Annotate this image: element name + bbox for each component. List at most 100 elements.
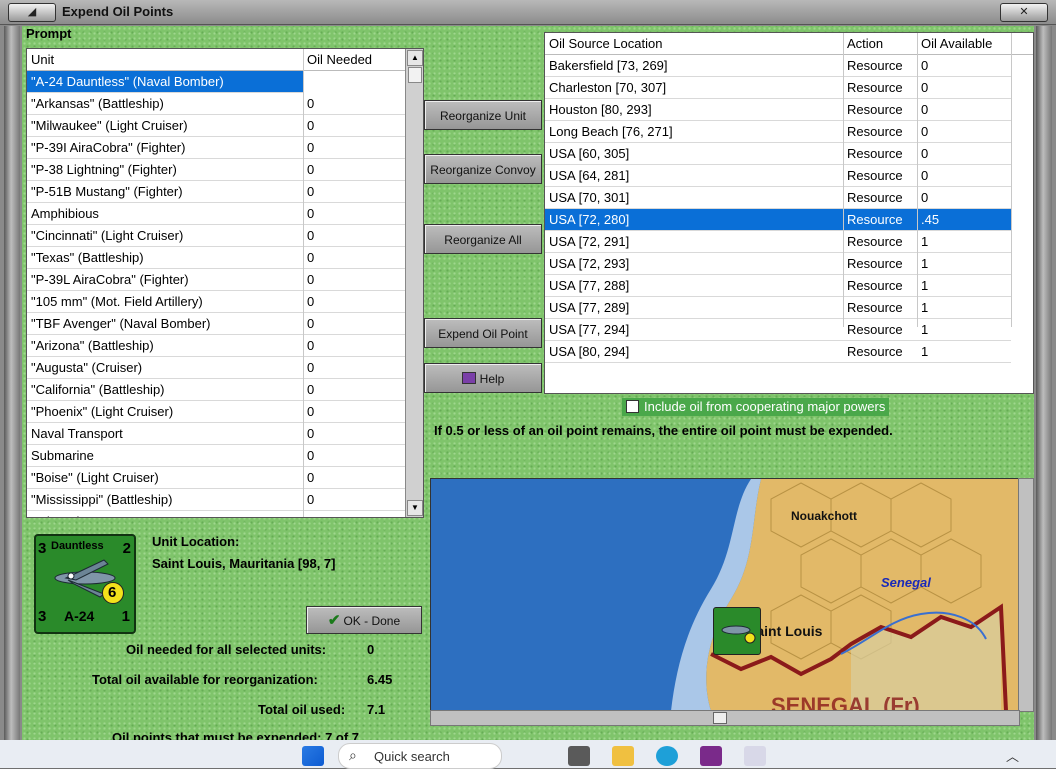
oil-needed-cell: 0 [307,272,315,287]
unit-row[interactable]: "Cincinnati" (Light Cruiser) 0 [27,225,423,247]
unit-name-cell: "Mississippi" (Battleship) [31,492,173,507]
oil-source-row[interactable]: USA [72, 293] Resource 1 [545,253,1011,275]
start-icon[interactable] [302,746,324,766]
oil-source-row[interactable]: USA [77, 288] Resource 1 [545,275,1011,297]
unit-row[interactable]: "P-39I AiraCobra" (Fighter) 0 [27,137,423,159]
reorganize-unit-label: Reorganize Unit [439,109,527,123]
oil-source-row[interactable]: USA [72, 280] Resource .45 [545,209,1011,231]
unit-row[interactable]: "California" (Battleship) 0 [27,379,423,401]
unit-row[interactable]: Submarine 0 [27,511,423,517]
edge-icon[interactable] [656,746,678,766]
help-book-icon [461,372,476,384]
oil-source-row[interactable]: Charleston [70, 307] Resource 0 [545,77,1011,99]
unit-column-header[interactable]: Unit [31,52,54,67]
unit-row[interactable]: "Arizona" (Battleship) 0 [27,335,423,357]
oil-table-body: Bakersfield [73, 269] Resource 0 Charleston… [545,55,1033,363]
unit-row[interactable]: "Boise" (Light Cruiser) 0 [27,467,423,489]
oil-source-row[interactable]: USA [64, 281] Resource 0 [545,165,1011,187]
oil-source-row[interactable]: Bakersfield [73, 269] Resource 0 [545,55,1011,77]
column-divider [1011,33,1012,327]
oil-source-row[interactable]: USA [77, 289] Resource 1 [545,297,1011,319]
oil-source-row[interactable]: USA [80, 294] Resource 1 [545,341,1011,363]
map-scroll-thumb[interactable] [713,712,727,724]
unit-row[interactable]: "P-39L AiraCobra" (Fighter) 0 [27,269,423,291]
unit-row[interactable]: "Milwaukee" (Light Cruiser) 0 [27,115,423,137]
scroll-down-arrow[interactable]: ▼ [407,500,423,516]
unit-row[interactable]: Amphibious 0 [27,203,423,225]
unit-name-cell: "P-38 Lightning" (Fighter) [31,162,177,177]
ok-done-button[interactable]: ✔ OK - Done [306,606,422,634]
unit-row[interactable]: Naval Transport 0 [27,423,423,445]
taskbar: ⌕ Quick search ︿ [0,740,1056,769]
chevron-up-icon[interactable]: ︿ [1006,746,1019,765]
units-scrollbar[interactable]: ▲ ▼ [405,49,423,517]
unit-row[interactable]: "Arkansas" (Battleship) 0 [27,93,423,115]
oil-sources-table[interactable]: Oil Source Location Action Oil Available… [544,32,1034,394]
taskbar-search[interactable]: ⌕ Quick search [338,743,502,769]
expend-oil-point-button[interactable]: Expend Oil Point [424,318,542,348]
unit-row[interactable]: "A-24 Dauntless" (Naval Bomber) 0 [27,71,314,93]
unit-row[interactable]: "P-51B Mustang" (Fighter) 0 [27,181,423,203]
oil-needed-cell: 0 [307,118,315,133]
total-available-label: Total oil available for reorganization: [92,672,318,687]
column-divider [843,33,844,327]
location-column-header[interactable]: Oil Source Location [549,36,662,51]
unit-row[interactable]: "P-38 Lightning" (Fighter) 0 [27,159,423,181]
action-cell: Resource [847,124,903,139]
unit-row[interactable]: "Texas" (Battleship) 0 [27,247,423,269]
include-coop-checkbox[interactable] [626,400,639,413]
file-explorer-icon[interactable] [612,746,634,766]
oil-source-row[interactable]: USA [77, 294] Resource 1 [545,319,1011,341]
oil-source-row[interactable]: Long Beach [76, 271] Resource 0 [545,121,1011,143]
oil-needed-cell: 0 [307,316,315,331]
unit-row[interactable]: "105 mm" (Mot. Field Artillery) 0 [27,291,423,313]
oil-source-row[interactable]: USA [60, 305] Resource 0 [545,143,1011,165]
include-coop-label: Include oil from cooperating major power… [644,399,886,414]
unit-name-cell: "Texas" (Battleship) [31,250,144,265]
reorganize-all-button[interactable]: Reorganize All [424,224,542,254]
location-cell: USA [77, 289] [549,300,630,315]
oil-needed-cell: 0 [307,74,315,89]
include-coop-option[interactable]: Include oil from cooperating major power… [622,398,890,416]
task-view-icon[interactable] [568,746,590,766]
unit-row[interactable]: Submarine 0 [27,445,423,467]
action-column-header[interactable]: Action [847,36,883,51]
unit-row[interactable]: "Phoenix" (Light Cruiser) 0 [27,401,423,423]
reorganize-unit-button[interactable]: Reorganize Unit [424,100,542,130]
oil-source-row[interactable]: USA [70, 301] Resource 0 [545,187,1011,209]
reorganize-convoy-button[interactable]: Reorganize Convoy [424,154,542,184]
scroll-thumb[interactable] [408,67,422,83]
oil-needed-cell: 0 [307,492,315,507]
system-menu-button[interactable]: ◢ [8,3,56,22]
points-to-expend-label: Oil points that must be expended: 7 of 7 [112,730,360,740]
unit-row[interactable]: "Augusta" (Cruiser) 0 [27,357,423,379]
oil-needed-cell: 0 [307,250,315,265]
oil-source-row[interactable]: USA [72, 291] Resource 1 [545,231,1011,253]
location-cell: USA [72, 291] [549,234,630,249]
game-icon[interactable] [700,746,722,766]
help-button[interactable]: Help [424,363,542,393]
scroll-up-arrow[interactable]: ▲ [407,50,423,66]
app-icon[interactable] [744,746,766,766]
action-cell: Resource [847,146,903,161]
prompt-label: Prompt [26,26,72,41]
unit-row[interactable]: "TBF Avenger" (Naval Bomber) 0 [27,313,423,335]
location-cell: USA [64, 281] [549,168,630,183]
map-view[interactable]: Nouakchott Senegal Saint Louis SENEGAL (… [430,478,1020,712]
oil-available-column-header[interactable]: Oil Available [921,36,992,51]
units-table[interactable]: Unit Oil Needed "A-24 Dauntless" (Naval … [26,48,424,518]
close-button[interactable]: ✕ [1000,3,1048,22]
unit-counter: 3 Dauntless 2 6 3 A-24 1 [34,534,136,634]
counter-type: A-24 [64,608,95,624]
unit-row[interactable]: "Mississippi" (Battleship) 0 [27,489,423,511]
oil-needed-column-header[interactable]: Oil Needed [307,52,372,67]
map-vertical-scrollbar[interactable] [1018,478,1034,712]
location-cell: Houston [80, 293] [549,102,652,117]
unit-location-label: Unit Location: [152,534,240,549]
map-horizontal-scrollbar[interactable] [430,710,1020,726]
map-unit-counter[interactable] [713,607,761,655]
unit-name-cell: "Augusta" (Cruiser) [31,360,143,375]
range-badge: 6 [102,582,124,604]
action-cell: Resource [847,300,903,315]
oil-source-row[interactable]: Houston [80, 293] Resource 0 [545,99,1011,121]
